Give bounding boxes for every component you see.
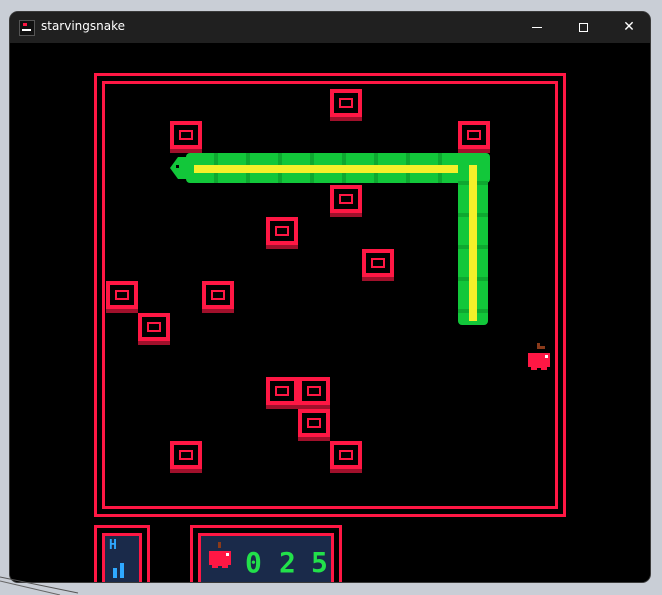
snake-app-icon bbox=[19, 20, 35, 36]
obstacle-block bbox=[330, 185, 362, 217]
apple-icon bbox=[528, 343, 550, 370]
obstacle-block bbox=[266, 377, 298, 409]
snake-body-stripe bbox=[469, 165, 477, 321]
minimize-button[interactable] bbox=[514, 12, 560, 43]
obstacle-block bbox=[170, 441, 202, 473]
game-canvas[interactable]: H 0 2 5 bbox=[10, 43, 650, 582]
score-digit: 0 bbox=[245, 546, 262, 579]
level-display: H bbox=[102, 533, 142, 582]
snake-head bbox=[170, 157, 194, 179]
obstacle-block bbox=[202, 281, 234, 313]
obstacle-block bbox=[170, 121, 202, 153]
obstacle-block bbox=[138, 313, 170, 345]
score-apple-icon bbox=[209, 542, 231, 568]
desktop-background bbox=[0, 576, 79, 595]
obstacle-block bbox=[266, 217, 298, 249]
level-bars-icon bbox=[113, 563, 124, 578]
obstacle-block bbox=[362, 249, 394, 281]
obstacle-block bbox=[298, 409, 330, 441]
score-digit: 5 bbox=[311, 546, 328, 579]
maximize-icon bbox=[578, 22, 588, 32]
window-title: starvingsnake bbox=[41, 19, 126, 33]
close-icon: ✕ bbox=[623, 19, 635, 35]
minimize-icon bbox=[532, 26, 542, 28]
obstacle-block bbox=[458, 121, 490, 153]
snake-body-stripe bbox=[192, 165, 482, 173]
obstacle-block bbox=[106, 281, 138, 313]
obstacle-block bbox=[330, 89, 362, 121]
score-display: 0 2 5 bbox=[198, 533, 334, 582]
obstacle-block bbox=[298, 377, 330, 409]
game-window: starvingsnake ✕ H 0 2 5 bbox=[10, 12, 650, 582]
score-digit: 2 bbox=[279, 546, 296, 579]
close-button[interactable]: ✕ bbox=[606, 12, 650, 43]
title-bar[interactable]: starvingsnake ✕ bbox=[10, 12, 650, 43]
obstacle-block bbox=[330, 441, 362, 473]
maximize-button[interactable] bbox=[560, 12, 606, 43]
level-label: H bbox=[109, 538, 117, 553]
